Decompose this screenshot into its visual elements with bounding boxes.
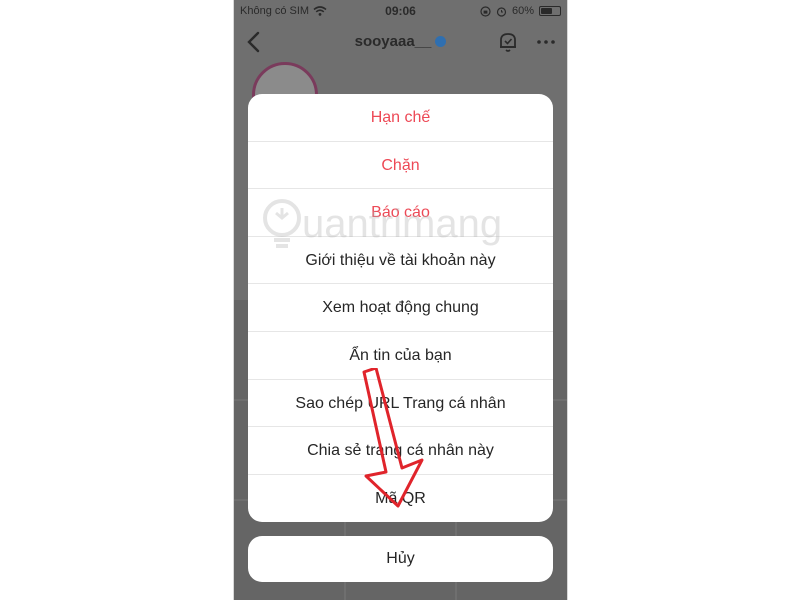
status-bar: Không có SIM 09:06 60% [234,0,567,22]
sheet-option-6[interactable]: Ẩn tin của bạn [248,332,553,380]
sheet-option-5[interactable]: Xem hoạt động chung [248,284,553,332]
profile-header: sooyaaa__ [234,24,567,60]
verified-badge-icon [435,35,447,47]
sheet-option-9[interactable]: Mã QR [248,475,553,523]
sheet-option-4[interactable]: Giới thiệu về tài khoản này [248,237,553,285]
battery-level [541,8,552,14]
cancel-button[interactable]: Hủy [248,536,553,582]
phone-screen: Không có SIM 09:06 60% sooyaaa__ Hạn chế… [233,0,568,600]
status-right: 60% [480,0,561,22]
sheet-option-7[interactable]: Sao chép URL Trang cá nhân [248,380,553,428]
alarm-icon [496,6,507,17]
orientation-lock-icon [480,5,491,17]
sheet-option-3[interactable]: Báo cáo [248,189,553,237]
notification-bell-icon[interactable] [497,30,519,54]
sheet-option-1[interactable]: Hạn chế [248,94,553,142]
profile-options-sheet: Hạn chế Chặn Báo cáo Giới thiệu về tài khoả… [248,94,553,523]
battery-percent: 60% [511,5,534,17]
sheet-option-8[interactable]: Chia sẻ trang cá nhân này [248,427,553,475]
sheet-option-2[interactable]: Chặn [248,142,553,190]
username-text: sooyaaa__ [354,33,432,50]
more-options-icon[interactable] [535,32,557,52]
battery-icon [539,6,561,16]
